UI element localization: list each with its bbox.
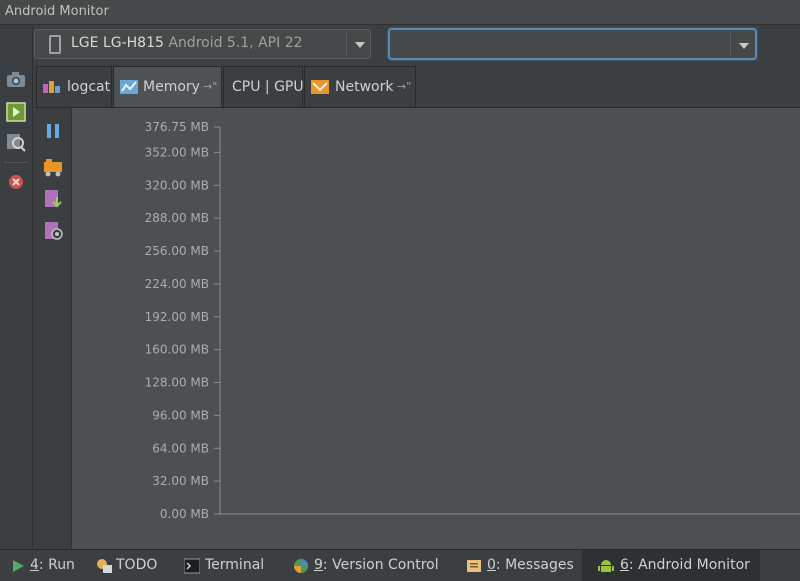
y-tick-label: 288.00 MB bbox=[145, 211, 209, 225]
tab-logcat[interactable]: logcat bbox=[36, 66, 112, 107]
process-dropdown[interactable] bbox=[388, 28, 757, 60]
bottom-tab-label: : Messages bbox=[495, 557, 574, 573]
terminate-app-icon[interactable] bbox=[6, 172, 26, 192]
screen-record-icon[interactable] bbox=[6, 102, 26, 122]
shortcut-number: 6 bbox=[620, 557, 629, 573]
dump-java-heap-icon[interactable] bbox=[42, 188, 64, 210]
monitor-tabs: logcat Memory →" CPU | GPU Network →" bbox=[34, 64, 800, 108]
bottom-tab-label: Terminal bbox=[205, 557, 265, 573]
memory-toolbar bbox=[34, 108, 72, 549]
initiate-gc-icon[interactable] bbox=[42, 156, 64, 178]
y-tick-label: 320.00 MB bbox=[145, 178, 209, 192]
bottom-tab-label: TODO bbox=[116, 557, 158, 573]
y-tick-label: 64.00 MB bbox=[152, 441, 209, 455]
y-tick-label: 192.00 MB bbox=[145, 310, 209, 324]
todo-icon bbox=[96, 558, 112, 574]
memory-chart: 376.75 MB 352.00 MB 320.00 MB 288.00 MB 256.… bbox=[72, 108, 800, 549]
left-toolbar bbox=[0, 26, 33, 549]
memory-chart-svg: 376.75 MB 352.00 MB 320.00 MB 288.00 MB 256.… bbox=[145, 120, 800, 521]
y-tick-label: 128.00 MB bbox=[145, 376, 209, 390]
y-tick-label: 256.00 MB bbox=[145, 244, 209, 258]
allocation-tracking-icon[interactable] bbox=[42, 220, 64, 242]
tab-label: CPU | GPU bbox=[232, 79, 304, 95]
version-control-icon bbox=[293, 558, 309, 574]
tab-messages[interactable]: 0: Messages bbox=[458, 550, 578, 581]
title-bar: Android Monitor bbox=[0, 0, 800, 25]
memory-panel: 376.75 MB 352.00 MB 320.00 MB 288.00 MB 256.… bbox=[34, 108, 800, 549]
tab-cpu-gpu[interactable]: CPU | GPU bbox=[223, 66, 304, 107]
window-title: Android Monitor bbox=[5, 4, 109, 19]
tab-todo[interactable]: TODO bbox=[86, 550, 166, 581]
toolbar-divider bbox=[5, 162, 27, 163]
chevron-down-icon[interactable] bbox=[735, 33, 753, 57]
system-info-icon[interactable] bbox=[6, 132, 26, 152]
shortcut-number: 4 bbox=[30, 557, 39, 573]
tab-terminal[interactable]: Terminal bbox=[175, 550, 275, 581]
memory-icon bbox=[120, 79, 138, 95]
tab-network[interactable]: Network →" bbox=[304, 66, 416, 107]
messages-icon bbox=[466, 558, 482, 574]
android-icon bbox=[598, 558, 614, 574]
shortcut-number: 0 bbox=[487, 557, 496, 573]
y-tick-label: 224.00 MB bbox=[145, 277, 209, 291]
y-tick-label: 32.00 MB bbox=[152, 474, 209, 488]
device-version: Android 5.1, API 22 bbox=[168, 35, 303, 51]
bottom-tab-label: : Android Monitor bbox=[628, 557, 750, 573]
y-tick-label: 0.00 MB bbox=[160, 507, 209, 521]
tab-memory[interactable]: Memory →" bbox=[113, 66, 222, 107]
device-dropdown[interactable]: LGE LG-H815 Android 5.1, API 22 bbox=[34, 29, 371, 59]
y-tick-label: 160.00 MB bbox=[145, 343, 209, 357]
bottom-tab-label: : Run bbox=[38, 557, 75, 573]
phone-icon bbox=[49, 35, 61, 54]
pin-icon[interactable]: →" bbox=[397, 80, 411, 93]
device-name: LGE LG-H815 bbox=[71, 35, 164, 51]
bottom-tab-label: : Version Control bbox=[322, 557, 439, 573]
tab-run[interactable]: 4: Run bbox=[0, 550, 84, 581]
tab-version-control[interactable]: 9: Version Control bbox=[284, 550, 449, 581]
bottom-toolbar: 4: Run TODO Terminal 9: Version Control … bbox=[0, 549, 800, 581]
y-tick-label: 376.75 MB bbox=[145, 120, 209, 134]
y-tick-label: 96.00 MB bbox=[152, 408, 209, 422]
pin-icon[interactable]: →" bbox=[203, 80, 217, 93]
tab-label: logcat bbox=[67, 79, 111, 95]
terminal-icon bbox=[183, 558, 201, 574]
pause-icon[interactable] bbox=[42, 120, 64, 142]
chevron-down-icon[interactable] bbox=[351, 32, 369, 56]
logcat-icon bbox=[43, 79, 61, 95]
run-icon bbox=[10, 558, 26, 574]
tab-android-monitor[interactable]: 6: Android Monitor bbox=[582, 550, 760, 581]
device-toolbar: LGE LG-H815 Android 5.1, API 22 bbox=[34, 26, 800, 64]
tab-label: Network bbox=[335, 79, 394, 95]
tab-label: Memory bbox=[143, 79, 200, 95]
network-icon bbox=[311, 79, 329, 95]
screenshot-camera-icon[interactable] bbox=[6, 70, 26, 90]
y-tick-label: 352.00 MB bbox=[145, 145, 209, 159]
shortcut-number: 9 bbox=[314, 557, 323, 573]
